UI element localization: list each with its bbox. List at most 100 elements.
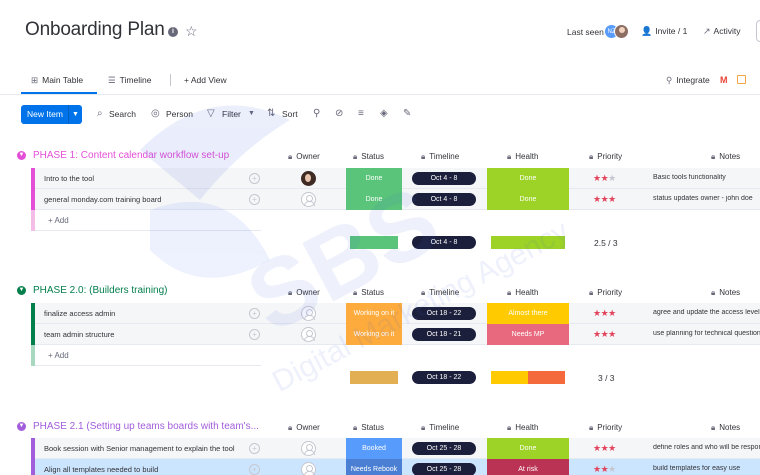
chevron-down-icon[interactable]: ▼ xyxy=(17,151,26,160)
table-row[interactable]: Book session with Senior management to e… xyxy=(31,438,760,459)
add-update-icon[interactable]: + xyxy=(249,308,260,319)
notes-cell[interactable]: status updates owner - john doe xyxy=(653,195,760,202)
invite-button[interactable]: 👤 Invite / 1 xyxy=(641,26,687,37)
owner-avatar[interactable] xyxy=(301,171,316,186)
owner-placeholder-icon[interactable] xyxy=(301,327,316,342)
add-item-row[interactable]: + Add xyxy=(31,210,261,231)
tab-main-table[interactable]: ⊞ Main Table xyxy=(31,75,83,86)
new-item-button[interactable]: New Item ▼ xyxy=(21,105,82,124)
group-title[interactable]: PHASE 2.0: (Builders training) xyxy=(33,285,243,296)
add-update-icon[interactable]: + xyxy=(249,464,260,475)
column-header-status[interactable]: 🔒︎ Status xyxy=(353,423,384,433)
add-view-button[interactable]: + Add View xyxy=(184,75,227,85)
notes-cell[interactable]: use planning for technical questions xyxy=(653,330,760,337)
column-header-notes[interactable]: 🔒︎ Notes xyxy=(711,152,740,162)
notes-cell[interactable]: agree and update the access level xyxy=(653,309,760,316)
color-fill-icon[interactable]: ◈ xyxy=(380,108,388,119)
integrate-button[interactable]: ⚲ Integrate xyxy=(666,75,710,86)
avatar-photo[interactable] xyxy=(614,24,629,39)
health-cell[interactable]: Done xyxy=(487,438,569,459)
health-cell[interactable]: Needs MP xyxy=(487,324,569,345)
table-row[interactable]: finalize access admin + Working on it Oc… xyxy=(31,303,760,324)
item-name[interactable]: finalize access admin xyxy=(44,309,115,318)
column-header-health[interactable]: 🔒︎ Health xyxy=(507,152,538,162)
item-name[interactable]: Book session with Senior management to e… xyxy=(44,444,235,453)
tab-timeline[interactable]: ☰ Timeline xyxy=(108,75,151,86)
more-button[interactable] xyxy=(756,20,760,42)
column-header-priority[interactable]: 🔒︎ Priority xyxy=(589,152,622,162)
timeline-cell[interactable]: Oct 18 - 22 xyxy=(412,307,476,320)
info-icon[interactable]: i xyxy=(168,27,178,37)
item-name[interactable]: team admin structure xyxy=(44,330,114,339)
column-header-timeline[interactable]: 🔒︎ Timeline xyxy=(421,423,459,433)
hide-eye-icon[interactable]: ⊘ xyxy=(335,108,343,119)
priority-rating[interactable]: ★★★ xyxy=(593,464,616,475)
filter-button[interactable]: Filter xyxy=(222,109,241,119)
format-icon[interactable]: ✎ xyxy=(403,108,411,119)
status-cell[interactable]: Done xyxy=(346,168,402,189)
calendar-icon[interactable] xyxy=(737,75,746,84)
priority-rating[interactable]: ★★★ xyxy=(593,329,616,340)
health-cell[interactable]: At risk xyxy=(487,459,569,475)
add-item-label[interactable]: + Add xyxy=(48,216,69,225)
column-header-notes[interactable]: 🔒︎ Notes xyxy=(711,288,740,298)
column-header-priority[interactable]: 🔒︎ Priority xyxy=(589,288,622,298)
health-cell[interactable]: Done xyxy=(487,189,569,210)
owner-placeholder-icon[interactable] xyxy=(301,441,316,456)
notes-cell[interactable]: define roles and who will be responsible xyxy=(653,444,760,451)
favorite-star-icon[interactable]: ☆ xyxy=(185,23,198,40)
status-cell[interactable]: Working on it xyxy=(346,303,402,324)
status-cell[interactable]: Done xyxy=(346,189,402,210)
owner-placeholder-icon[interactable] xyxy=(301,192,316,207)
column-header-health[interactable]: 🔒︎ Health xyxy=(507,288,538,298)
table-row[interactable]: Align all templates needed to build + Ne… xyxy=(31,459,760,475)
column-header-timeline[interactable]: 🔒︎ Timeline xyxy=(421,152,459,162)
column-header-status[interactable]: 🔒︎ Status xyxy=(353,152,384,162)
add-item-label[interactable]: + Add xyxy=(48,351,69,360)
health-cell[interactable]: Done xyxy=(487,168,569,189)
priority-rating[interactable]: ★★★ xyxy=(593,443,616,454)
column-header-owner[interactable]: 🔒︎ Owner xyxy=(288,423,320,433)
status-cell[interactable]: Booked xyxy=(346,438,402,459)
chevron-down-icon[interactable]: ▼ xyxy=(248,110,255,117)
column-header-timeline[interactable]: 🔒︎ Timeline xyxy=(421,288,459,298)
priority-rating[interactable]: ★★★ xyxy=(593,308,616,319)
person-filter-button[interactable]: Person xyxy=(166,109,193,119)
owner-placeholder-icon[interactable] xyxy=(301,306,316,321)
table-row[interactable]: general monday.com training board + Done… xyxy=(31,189,760,210)
table-row[interactable]: Intro to the tool + Done Oct 4 - 8 Done … xyxy=(31,168,760,189)
chevron-down-icon[interactable]: ▼ xyxy=(17,286,26,295)
column-header-owner[interactable]: 🔒︎ Owner xyxy=(288,288,320,298)
timeline-cell[interactable]: Oct 4 - 8 xyxy=(412,193,476,206)
table-row[interactable]: team admin structure + Working on it Oct… xyxy=(31,324,760,345)
column-header-owner[interactable]: 🔒︎ Owner xyxy=(288,152,320,162)
pin-icon[interactable]: ⚲ xyxy=(313,108,320,119)
chevron-down-icon[interactable]: ▼ xyxy=(68,105,82,124)
group-title[interactable]: PHASE 2.1 (Setting up teams boards with … xyxy=(33,421,271,432)
add-update-icon[interactable]: + xyxy=(249,329,260,340)
item-name[interactable]: Intro to the tool xyxy=(44,174,94,183)
item-name[interactable]: general monday.com training board xyxy=(44,195,161,204)
status-cell[interactable]: Working on it xyxy=(346,324,402,345)
timeline-cell[interactable]: Oct 18 - 21 xyxy=(412,328,476,341)
sort-button[interactable]: Sort xyxy=(282,109,298,119)
activity-button[interactable]: ↗ Activity xyxy=(703,26,740,37)
column-header-health[interactable]: 🔒︎ Health xyxy=(507,423,538,433)
column-header-priority[interactable]: 🔒︎ Priority xyxy=(589,423,622,433)
chevron-down-icon[interactable]: ▼ xyxy=(17,422,26,431)
health-cell[interactable]: Almost there xyxy=(487,303,569,324)
notes-cell[interactable]: build templates for easy use xyxy=(653,465,760,472)
column-header-status[interactable]: 🔒︎ Status xyxy=(353,288,384,298)
owner-placeholder-icon[interactable] xyxy=(301,462,316,475)
priority-rating[interactable]: ★★★ xyxy=(593,173,616,184)
timeline-cell[interactable]: Oct 25 - 28 xyxy=(412,463,476,475)
group-title[interactable]: PHASE 1: Content calendar workflow set-u… xyxy=(33,150,243,161)
gmail-icon[interactable]: M xyxy=(720,75,728,85)
add-update-icon[interactable]: + xyxy=(249,194,260,205)
row-height-icon[interactable]: ≡ xyxy=(358,108,364,119)
item-name[interactable]: Align all templates needed to build xyxy=(44,465,158,474)
add-update-icon[interactable]: + xyxy=(249,443,260,454)
timeline-cell[interactable]: Oct 25 - 28 xyxy=(412,442,476,455)
add-item-row[interactable]: + Add xyxy=(31,345,261,366)
notes-cell[interactable]: Basic tools functionality xyxy=(653,174,760,181)
